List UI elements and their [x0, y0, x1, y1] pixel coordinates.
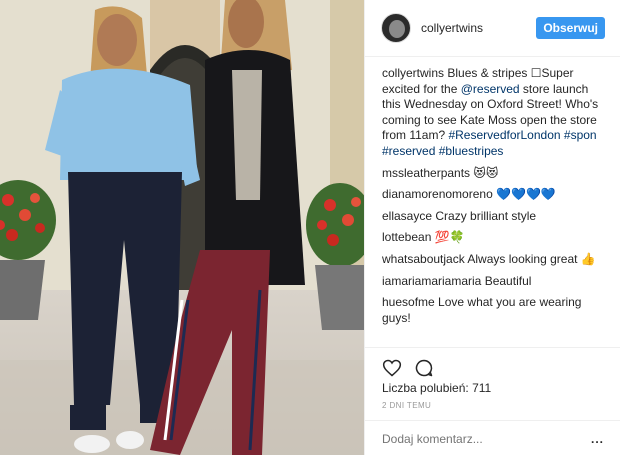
comment-input[interactable]: [382, 431, 572, 446]
comment-username[interactable]: ellasayce: [382, 209, 432, 223]
follow-button[interactable]: Obserwuj: [536, 17, 605, 39]
comment-icon[interactable]: [414, 358, 434, 378]
post-header: collyertwins Obserwuj: [365, 0, 620, 57]
comment-username[interactable]: mssleatherpants: [382, 166, 470, 180]
comment-text: Always looking great 👍: [467, 251, 596, 266]
hashtag-link[interactable]: #spon: [564, 128, 597, 142]
comment-username[interactable]: lottebean: [382, 230, 431, 244]
comment-username[interactable]: iamariamariamaria: [382, 274, 481, 288]
hashtag-link[interactable]: #ReservedforLondon: [448, 128, 560, 142]
comment-item: whatsaboutjack Always looking great 👍: [382, 252, 610, 268]
caption: collyertwins Blues & stripes ☐Super exci…: [382, 66, 610, 160]
comment-text: 😻😻: [473, 165, 499, 180]
hashtag-link[interactable]: #bluestripes: [439, 144, 504, 158]
comment-username[interactable]: dianamorenomoreno: [382, 187, 493, 201]
caption-username[interactable]: collyertwins: [382, 66, 444, 80]
comment-item: dianamorenomoreno 💙💙💙💙: [382, 187, 610, 203]
comment-username[interactable]: whatsaboutjack: [382, 252, 465, 266]
comment-text: 💙💙💙💙: [496, 187, 556, 202]
add-comment-bar: ...: [365, 420, 620, 455]
comments-list: collyertwins Blues & stripes ☐Super exci…: [382, 66, 610, 332]
likes-label: Liczba polubień:: [382, 381, 469, 395]
mention-link[interactable]: @reserved: [461, 82, 520, 96]
comment-item: ellasayce Crazy brilliant style: [382, 209, 610, 225]
comment-item: huesofme Love what you are wearing guys!: [382, 295, 610, 326]
comment-item: iamariamariamaria Beautiful: [382, 274, 610, 290]
post-image: [0, 0, 364, 455]
comment-text: Crazy brilliant style: [435, 208, 537, 223]
post-photo[interactable]: [0, 0, 364, 455]
comment-text: Beautiful: [484, 273, 532, 288]
header-username[interactable]: collyertwins: [421, 21, 483, 35]
post-timestamp: 2 DNI TEMU: [382, 401, 432, 410]
hashtag-link[interactable]: #reserved: [382, 144, 435, 158]
comment-text: 💯🍀: [434, 230, 465, 245]
comment-item: mssleatherpants 😻😻: [382, 166, 610, 182]
action-icons: [382, 358, 434, 378]
post-actions: Liczba polubień: 711 2 DNI TEMU ...: [365, 347, 620, 446]
heart-icon[interactable]: [382, 358, 402, 378]
likes-number: 711: [472, 381, 492, 395]
instagram-post: collyertwins Obserwuj collyertwins Blues…: [0, 0, 620, 455]
avatar[interactable]: [381, 13, 411, 43]
comment-item: lottebean 💯🍀: [382, 230, 610, 246]
likes-count[interactable]: Liczba polubień: 711: [382, 381, 491, 395]
comment-username[interactable]: huesofme: [382, 295, 435, 309]
post-sidebar: collyertwins Obserwuj collyertwins Blues…: [364, 0, 620, 455]
more-options-icon[interactable]: ...: [591, 432, 604, 446]
